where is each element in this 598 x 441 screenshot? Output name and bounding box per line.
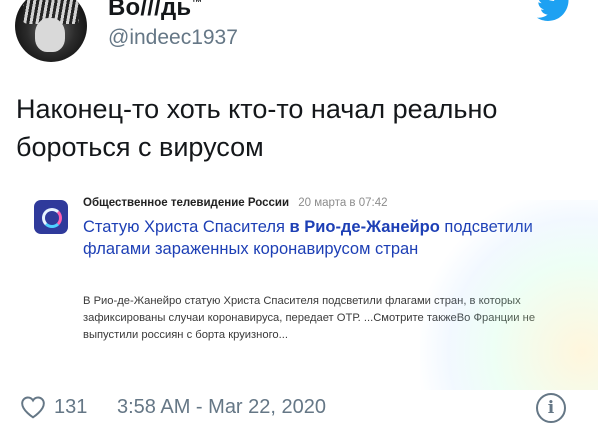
news-headline[interactable]: Статую Христа Спасителя в Рио-де-Жанейро… [83, 216, 553, 260]
otr-logo-icon [34, 200, 68, 234]
news-snippet: В Рио-де-Жанейро статую Христа Спасителя… [83, 295, 536, 341]
tweet-text: Наконец-то хоть кто-то начал реально бор… [16, 94, 498, 162]
tweet-timestamp[interactable]: 3:58 AM - Mar 22, 2020 [117, 396, 326, 419]
author-handle[interactable]: @indeec1937 [108, 26, 238, 50]
author-display-name: Во///дь [108, 0, 192, 21]
info-icon[interactable]: i [536, 393, 566, 423]
author-name[interactable]: Во///дь™ [108, 0, 203, 22]
heart-icon[interactable] [20, 395, 46, 419]
avatar[interactable] [15, 0, 87, 62]
news-headline-part1: Статую Христа Спасителя [83, 218, 290, 236]
news-date: 20 марта в 07:42 [298, 197, 388, 209]
avatar-face [35, 18, 65, 52]
like-count: 131 [54, 396, 88, 418]
news-card[interactable]: Общественное телевидение России 20 марта… [25, 186, 580, 361]
news-source: Общественное телевидение России [83, 197, 290, 209]
news-headline-part2: в Рио-де-Жанейро [289, 218, 440, 236]
tweet-footer: 131 3:58 AM - Mar 22, 2020 i [14, 391, 584, 425]
twitter-bird-icon[interactable] [536, 0, 574, 22]
tweet-card: Во///дь™ @indeec1937 Наконец-то хоть кто… [0, 0, 598, 441]
news-source-line: Общественное телевидение России 20 марта… [83, 197, 388, 209]
author-name-suffix: ™ [191, 0, 203, 9]
